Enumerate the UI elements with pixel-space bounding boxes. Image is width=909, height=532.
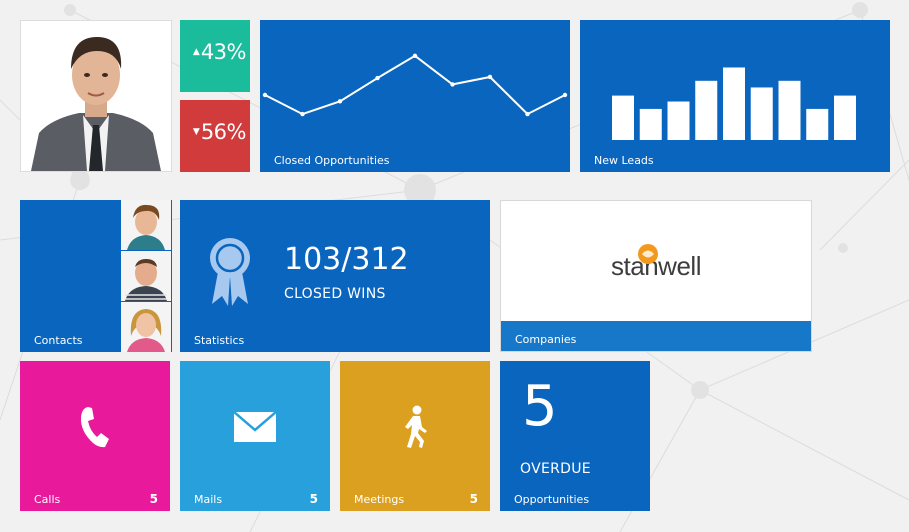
leads-bar — [723, 67, 745, 140]
leads-bar — [695, 80, 718, 140]
contacts-label: Contacts — [34, 334, 83, 347]
stanwell-logo-mark — [638, 244, 658, 264]
line-point — [450, 82, 455, 87]
leads-bar — [667, 101, 690, 140]
contacts-tile[interactable]: Contacts — [20, 200, 172, 352]
new-leads-tile[interactable]: New Leads — [580, 20, 890, 172]
line-point — [562, 92, 568, 98]
triangle-down-icon: ▼ — [192, 127, 200, 137]
company-logo: stanwell — [501, 244, 811, 282]
kpi-decrease-tile[interactable]: ▼56% — [180, 100, 250, 172]
closed-opportunities-label: Closed Opportunities — [274, 154, 390, 167]
kpi-increase-value: 43% — [200, 40, 247, 64]
contact-avatar[interactable] — [121, 200, 171, 250]
statistics-tile[interactable]: 103/312 CLOSED WINS Statistics — [180, 200, 490, 352]
leads-bar — [778, 80, 801, 140]
closed-wins-value: 103/312 — [284, 242, 409, 277]
calls-label: Calls — [34, 493, 61, 506]
envelope-icon — [234, 412, 276, 442]
statistics-label: Statistics — [194, 334, 245, 347]
profile-tile[interactable] — [20, 20, 172, 172]
leads-bar — [806, 108, 829, 140]
closed-opportunities-line — [264, 54, 566, 116]
calls-count: 5 — [149, 492, 158, 506]
meetings-label: Meetings — [354, 493, 405, 506]
contact-avatar[interactable] — [121, 302, 171, 352]
mails-label: Mails — [194, 493, 223, 506]
line-point — [412, 53, 418, 58]
line-point — [487, 74, 493, 80]
walking-person-icon — [405, 405, 427, 448]
meetings-count: 5 — [469, 492, 478, 506]
leads-bar — [834, 95, 856, 140]
closed-opportunities-chart — [262, 53, 568, 117]
companies-tile[interactable]: stanwell Companies — [500, 200, 812, 352]
line-point — [337, 99, 343, 104]
phone-icon — [80, 407, 109, 448]
award-ribbon-icon — [210, 238, 250, 306]
new-leads-chart — [612, 67, 856, 140]
contact-avatar[interactable] — [121, 251, 171, 301]
new-leads-label: New Leads — [594, 154, 654, 167]
user-avatar — [21, 21, 171, 171]
opportunities-tile[interactable]: 5 OVERDUE Opportunities — [500, 361, 650, 511]
kpi-decrease-value: 56% — [200, 120, 247, 144]
mails-count: 5 — [309, 492, 318, 506]
line-point — [375, 75, 380, 81]
calls-tile[interactable]: Calls 5 — [20, 361, 170, 511]
kpi-increase-tile[interactable]: ▲43% — [180, 20, 250, 92]
line-point — [300, 111, 305, 117]
leads-bar — [612, 95, 634, 140]
closed-wins-caption: CLOSED WINS — [284, 286, 386, 302]
line-point — [262, 92, 268, 98]
overdue-caption: OVERDUE — [520, 461, 591, 477]
triangle-up-icon: ▲ — [192, 47, 200, 57]
line-point — [525, 111, 530, 117]
mails-tile[interactable]: Mails 5 — [180, 361, 330, 511]
companies-label: Companies — [515, 333, 577, 346]
meetings-tile[interactable]: Meetings 5 — [340, 361, 490, 511]
opportunities-label: Opportunities — [514, 493, 590, 506]
leads-bar — [639, 108, 662, 140]
closed-opportunities-tile[interactable]: Closed Opportunities — [260, 20, 570, 172]
overdue-count: 5 — [522, 374, 558, 439]
leads-bar — [750, 87, 773, 140]
